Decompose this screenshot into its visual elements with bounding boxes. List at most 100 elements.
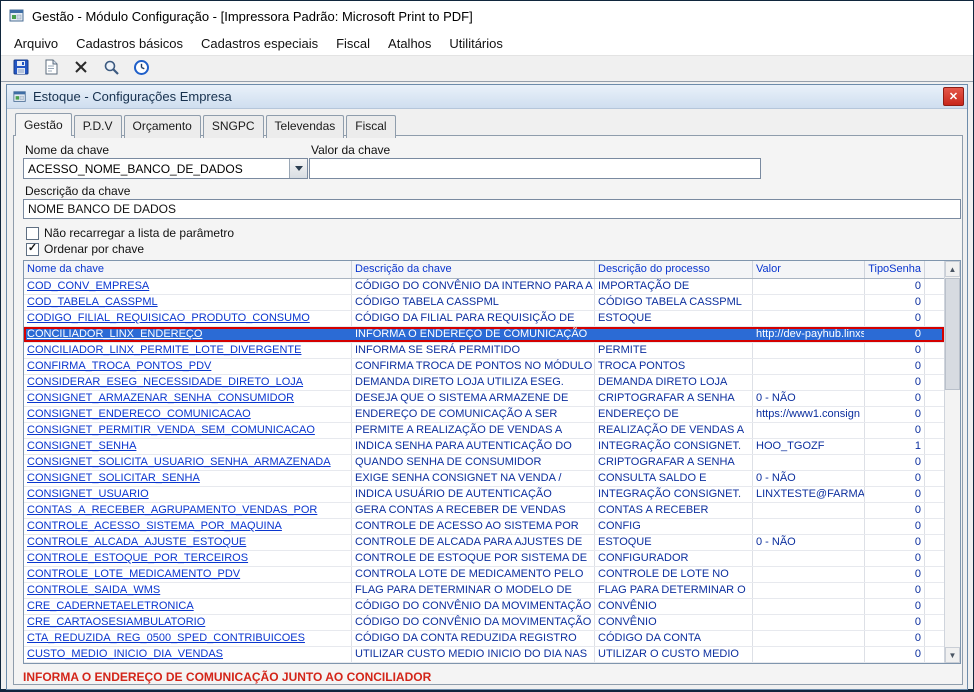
checkbox-nao-recarregar-box[interactable] [26, 227, 39, 240]
checkbox-ordenar-por-chave[interactable]: Ordenar por chave [26, 242, 144, 256]
table-row[interactable]: CONSIGNET_SOLICITAR_SENHAEXIGE SENHA CON… [24, 471, 944, 487]
table-row[interactable]: CONFIRMA_TROCA_PONTOS_PDVCONFIRMA TROCA … [24, 359, 944, 375]
cell-nome[interactable]: CONSIGNET_ARMAZENAR_SENHA_CONSUMIDOR [24, 391, 352, 406]
cell-nome[interactable]: CODIGO_FILIAL_REQUISICAO_PRODUTO_CONSUMO [24, 311, 352, 326]
scroll-up-button[interactable]: ▲ [945, 261, 960, 277]
cell-nome[interactable]: CONSIGNET_USUARIO [24, 487, 352, 502]
cell-nome[interactable]: CONSIGNET_SOLICITA_USUARIO_SENHA_ARMAZEN… [24, 455, 352, 470]
table-row[interactable]: CONTROLE_ACESSO_SISTEMA_POR_MAQUINACONTR… [24, 519, 944, 535]
tab-orcamento[interactable]: Orçamento [124, 115, 201, 138]
tab-fiscal[interactable]: Fiscal [346, 115, 395, 138]
table-row[interactable]: CONSIGNET_USUARIOINDICA USUÁRIO DE AUTEN… [24, 487, 944, 503]
table-row[interactable]: CODIGO_FILIAL_REQUISICAO_PRODUTO_CONSUMO… [24, 311, 944, 327]
cell-tipo: 0 [865, 279, 925, 294]
cell-nome[interactable]: CONTROLE_ACESSO_SISTEMA_POR_MAQUINA [24, 519, 352, 534]
table-row[interactable]: CONSIGNET_ENDERECO_COMUNICACAOENDEREÇO D… [24, 407, 944, 423]
combo-dropdown-button[interactable] [289, 159, 307, 178]
close-button[interactable]: ✕ [943, 87, 964, 106]
key-value-input[interactable] [309, 158, 761, 179]
cell-processo: ESTOQUE [595, 311, 753, 326]
column-header-valor[interactable]: Valor [753, 261, 865, 278]
cell-processo: CONSULTA SALDO E [595, 471, 753, 486]
cell-valor [753, 279, 865, 294]
search-button[interactable] [99, 58, 123, 80]
cell-nome[interactable]: CONSIGNET_SOLICITAR_SENHA [24, 471, 352, 486]
table-row[interactable]: CONTROLE_SAIDA_WMSFLAG PARA DETERMINAR O… [24, 583, 944, 599]
table-row[interactable]: CONSIGNET_ARMAZENAR_SENHA_CONSUMIDORDESE… [24, 391, 944, 407]
cell-processo: TROCA PONTOS [595, 359, 753, 374]
table-row[interactable]: CONCILIADOR_LINX_PERMITE_LOTE_DIVERGENTE… [24, 343, 944, 359]
menu-item-atalhos[interactable]: Atalhos [379, 33, 440, 54]
cell-valor [753, 311, 865, 326]
cell-nome[interactable]: CONTROLE_SAIDA_WMS [24, 583, 352, 598]
column-header-tiposenha[interactable]: TipoSenha [865, 261, 925, 278]
table-row[interactable]: CONTROLE_ALCADA_AJUSTE_ESTOQUECONTROLE D… [24, 535, 944, 551]
menu-item-cadastros-basicos[interactable]: Cadastros básicos [67, 33, 192, 54]
tab-televendas[interactable]: Televendas [266, 115, 345, 138]
cell-descricao: UTILIZAR CUSTO MEDIO INICIO DO DIA NAS [352, 647, 595, 662]
cell-processo: CRIPTOGRAFAR A SENHA [595, 391, 753, 406]
cell-nome[interactable]: CONFIRMA_TROCA_PONTOS_PDV [24, 359, 352, 374]
vertical-scrollbar[interactable]: ▲ ▼ [944, 261, 960, 663]
cell-processo: CONFIG [595, 519, 753, 534]
table-row[interactable]: CONCILIADOR_LINX_ENDEREÇOINFORMA O ENDER… [24, 327, 944, 343]
cell-nome[interactable]: COD_CONV_EMPRESA [24, 279, 352, 294]
checkbox-ordenar-por-chave-box[interactable] [26, 243, 39, 256]
table-row[interactable]: CRE_CADERNETAELETRONICACÓDIGO DO CONVÊNI… [24, 599, 944, 615]
new-document-button[interactable] [39, 58, 63, 80]
table-row[interactable]: CTA_REDUZIDA_REG_0500_SPED_CONTRIBUICOES… [24, 631, 944, 647]
table-row[interactable]: CONTROLE_ESTOQUE_POR_TERCEIROSCONTROLE D… [24, 551, 944, 567]
table-row[interactable]: CUSTO_MEDIO_INICIO_DIA_VENDASUTILIZAR CU… [24, 647, 944, 663]
menu-item-fiscal[interactable]: Fiscal [327, 33, 379, 54]
checkbox-nao-recarregar[interactable]: Não recarregar a lista de parâmetro [26, 226, 234, 240]
key-name-combo[interactable]: ACESSO_NOME_BANCO_DE_DADOS [23, 158, 308, 179]
table-row[interactable]: CRE_CARTAOSESIAMBULATORIOCÓDIGO DO CONVÊ… [24, 615, 944, 631]
cell-processo: CONVÊNIO [595, 599, 753, 614]
cell-nome[interactable]: CONSIGNET_SENHA [24, 439, 352, 454]
tab-sngpc[interactable]: SNGPC [203, 115, 264, 138]
scroll-down-button[interactable]: ▼ [945, 647, 960, 663]
cell-nome[interactable]: CONTROLE_LOTE_MEDICAMENTO_PDV [24, 567, 352, 582]
key-value-label: Valor da chave [311, 143, 390, 157]
column-header-nome-da-chave[interactable]: Nome da chave [24, 261, 352, 278]
description-input[interactable] [23, 199, 961, 219]
cell-valor [753, 615, 865, 630]
table-row[interactable]: CONSIGNET_PERMITIR_VENDA_SEM_COMUNICACAO… [24, 423, 944, 439]
tab-p-d-v[interactable]: P.D.V [74, 115, 122, 138]
menu-item-cadastros-especiais[interactable]: Cadastros especiais [192, 33, 327, 54]
cell-nome[interactable]: CONCILIADOR_LINX_ENDEREÇO [24, 327, 352, 342]
cell-nome[interactable]: CONTROLE_ALCADA_AJUSTE_ESTOQUE [24, 535, 352, 550]
table-row[interactable]: COD_CONV_EMPRESACÓDIGO DO CONVÊNIO DA IN… [24, 279, 944, 295]
delete-button[interactable] [69, 58, 93, 80]
cell-nome[interactable]: CRE_CADERNETAELETRONICA [24, 599, 352, 614]
cell-nome[interactable]: CONCILIADOR_LINX_PERMITE_LOTE_DIVERGENTE [24, 343, 352, 358]
cell-nome[interactable]: CTA_REDUZIDA_REG_0500_SPED_CONTRIBUICOES [24, 631, 352, 646]
cell-descricao: CONTROLE DE ESTOQUE POR SISTEMA DE [352, 551, 595, 566]
cell-nome[interactable]: COD_TABELA_CASSPML [24, 295, 352, 310]
grid-header: Nome da chaveDescrição da chaveDescrição… [24, 261, 944, 279]
table-row[interactable]: COD_TABELA_CASSPMLCÓDIGO TABELA CASSPMLC… [24, 295, 944, 311]
table-row[interactable]: CONTROLE_LOTE_MEDICAMENTO_PDVCONTROLA LO… [24, 567, 944, 583]
cell-nome[interactable]: CONSIGNET_ENDERECO_COMUNICACAO [24, 407, 352, 422]
tab-gestao[interactable]: Gestão [15, 113, 72, 136]
cell-processo: PERMITE [595, 343, 753, 358]
table-row[interactable]: CONSIGNET_SOLICITA_USUARIO_SENHA_ARMAZEN… [24, 455, 944, 471]
column-header-descricao-do-processo[interactable]: Descrição do processo [595, 261, 753, 278]
column-header-descricao-da-chave[interactable]: Descrição da chave [352, 261, 595, 278]
cell-processo: UTILIZAR O CUSTO MEDIO [595, 647, 753, 662]
cell-nome[interactable]: CONSIDERAR_ESEG_NECESSIDADE_DIRETO_LOJA [24, 375, 352, 390]
cell-nome[interactable]: CONTROLE_ESTOQUE_POR_TERCEIROS [24, 551, 352, 566]
cell-nome[interactable]: CONTAS_A_RECEBER_AGRUPAMENTO_VENDAS_POR [24, 503, 352, 518]
table-row[interactable]: CONTAS_A_RECEBER_AGRUPAMENTO_VENDAS_PORG… [24, 503, 944, 519]
clock-button[interactable] [129, 58, 153, 80]
cell-nome[interactable]: CONSIGNET_PERMITIR_VENDA_SEM_COMUNICACAO [24, 423, 352, 438]
cell-nome[interactable]: CUSTO_MEDIO_INICIO_DIA_VENDAS [24, 647, 352, 662]
table-row[interactable]: CONSIGNET_SENHAINDICA SENHA PARA AUTENTI… [24, 439, 944, 455]
cell-descricao: CONTROLE DE ACESSO AO SISTEMA POR [352, 519, 595, 534]
menu-item-utilitarios[interactable]: Utilitários [440, 33, 511, 54]
table-row[interactable]: CONSIDERAR_ESEG_NECESSIDADE_DIRETO_LOJAD… [24, 375, 944, 391]
scroll-thumb[interactable] [945, 278, 960, 390]
menu-item-arquivo[interactable]: Arquivo [5, 33, 67, 54]
save-button[interactable] [9, 58, 33, 80]
cell-nome[interactable]: CRE_CARTAOSESIAMBULATORIO [24, 615, 352, 630]
